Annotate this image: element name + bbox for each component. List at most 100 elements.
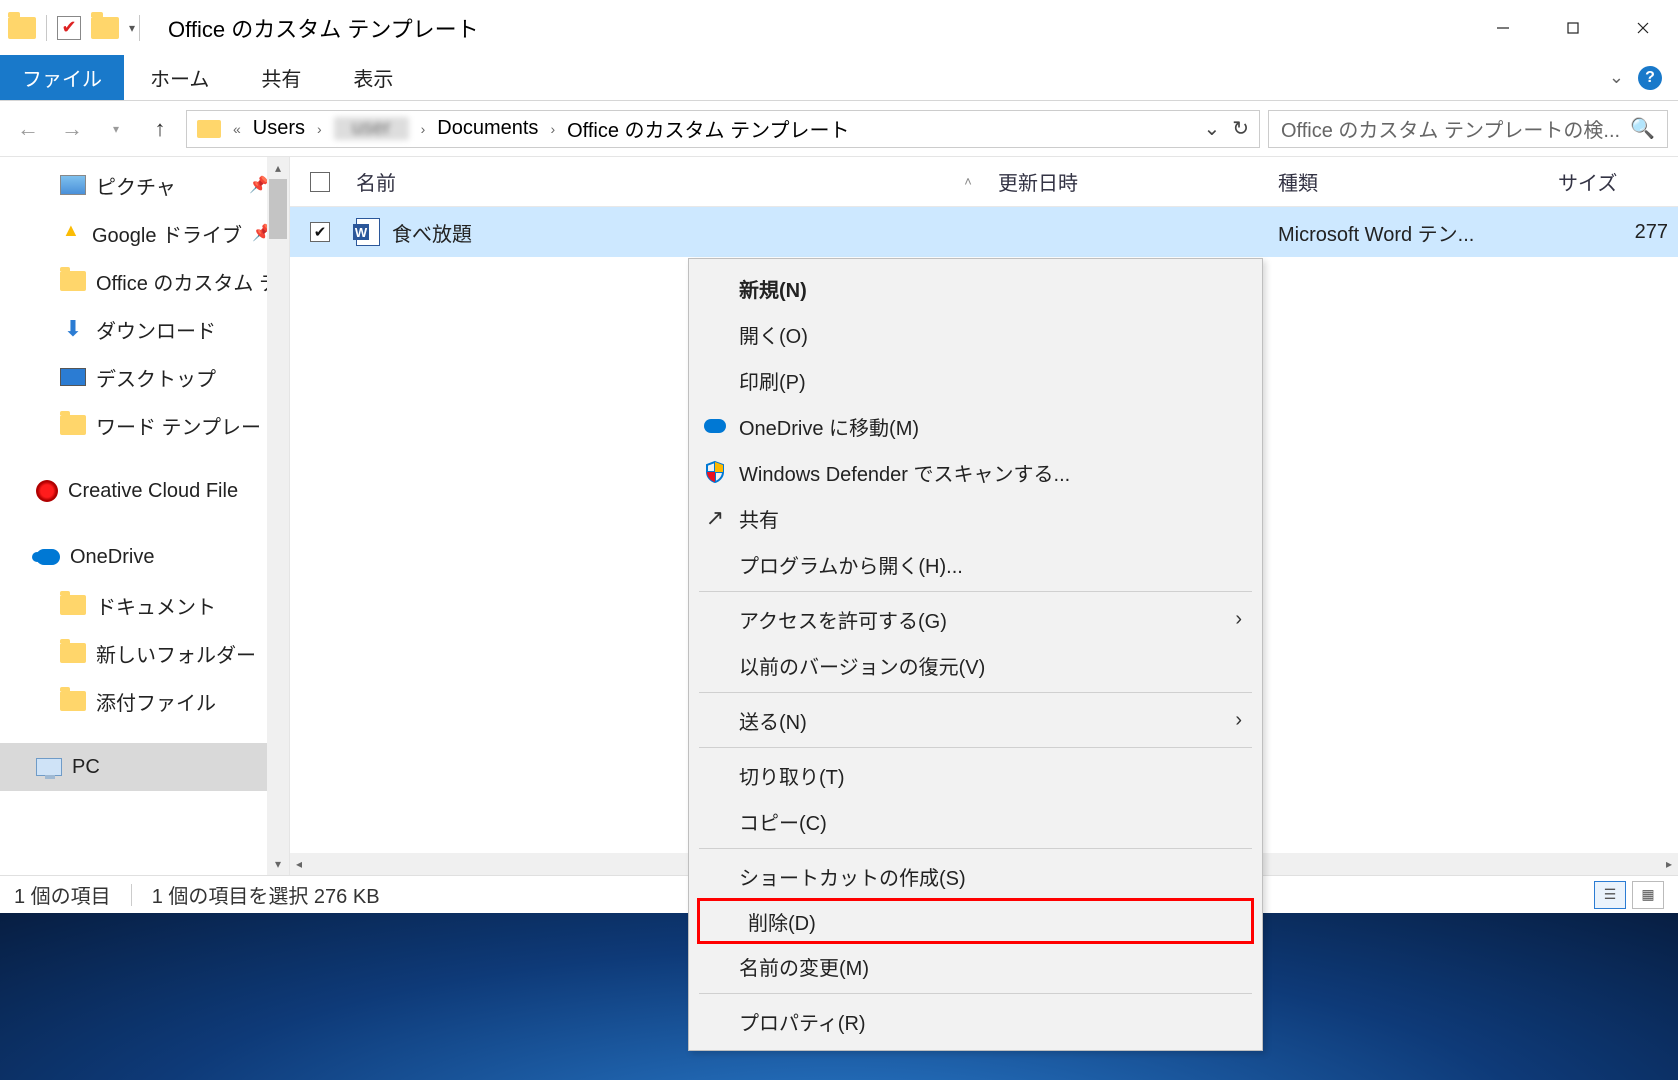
ctx-delete[interactable]: 削除(D) [697, 898, 1254, 944]
pictures-icon [60, 175, 86, 195]
crumb-documents[interactable]: Documents [437, 117, 538, 140]
minimize-button[interactable] [1468, 6, 1538, 50]
new-folder-qat-icon[interactable] [91, 17, 119, 39]
file-row[interactable]: ✔ 食べ放題 Microsoft Word テン... 277 [290, 207, 1678, 257]
column-type[interactable]: 種類 [1268, 167, 1548, 196]
up-button[interactable]: ↑ [142, 111, 178, 147]
status-selection: 1 個の項目を選択 276 KB [152, 880, 380, 909]
column-date[interactable]: 更新日時 [988, 167, 1268, 196]
chevron-right-icon[interactable]: › [317, 121, 322, 137]
scroll-up-icon[interactable]: ▴ [275, 161, 281, 175]
desktop-icon [60, 368, 86, 386]
pc-icon [36, 758, 62, 776]
sidebar-item-od-attachments[interactable]: 添付ファイル [0, 677, 289, 725]
folder-icon [60, 415, 86, 435]
sidebar-item-od-documents[interactable]: ドキュメント [0, 581, 289, 629]
ctx-label: アクセスを許可する(G) [739, 605, 947, 634]
sidebar-item-downloads[interactable]: ⬇ダウンロード [0, 305, 289, 353]
tab-home[interactable]: ホーム [124, 55, 235, 100]
tab-file[interactable]: ファイル [0, 55, 124, 100]
view-mode-toggle: ☰ ▦ [1594, 881, 1664, 909]
search-input[interactable]: Office のカスタム テンプレートの検... 🔍 [1268, 110, 1668, 148]
sidebar-item-desktop[interactable]: デスクトップ [0, 353, 289, 401]
file-name: 食べ放題 [392, 218, 472, 247]
thumbnails-view-button[interactable]: ▦ [1632, 881, 1664, 909]
sidebar-item-office-templates[interactable]: Office のカスタム テ [0, 257, 289, 305]
sidebar-item-word-templates[interactable]: ワード テンプレート [0, 401, 289, 449]
breadcrumb-leading[interactable]: « [233, 121, 241, 137]
sort-indicator-icon: ˄ [948, 174, 988, 189]
help-icon[interactable]: ? [1638, 66, 1662, 90]
tab-share[interactable]: 共有 [235, 55, 327, 100]
sidebar-item-creative-cloud[interactable]: Creative Cloud File [0, 467, 289, 515]
scroll-thumb[interactable] [269, 179, 287, 239]
folder-icon [60, 691, 86, 711]
sidebar-item-label: ドキュメント [96, 591, 216, 620]
ctx-label: 新規(N) [739, 274, 807, 303]
status-item-count: 1 個の項目 [14, 880, 111, 909]
column-size[interactable]: サイズ [1548, 167, 1678, 196]
chevron-right-icon[interactable]: › [421, 121, 426, 137]
sidebar-item-label: PC [72, 756, 100, 779]
crumb-users[interactable]: Users [253, 117, 305, 140]
ctx-share[interactable]: ↗共有 [691, 495, 1260, 541]
ctx-open[interactable]: 開く(O) [691, 311, 1260, 357]
column-headers: 名前 ˄ 更新日時 種類 サイズ [290, 157, 1678, 207]
sidebar-item-label: デスクトップ [96, 363, 216, 392]
ctx-cut[interactable]: 切り取り(T) [691, 752, 1260, 798]
ctx-label: 以前のバージョンの復元(V) [739, 651, 985, 680]
ctx-label: 切り取り(T) [739, 761, 845, 790]
navigation-bar: ← → ▾ ↑ « Users › user › Documents › Off… [0, 101, 1678, 157]
column-name[interactable]: 名前 [350, 167, 948, 196]
separator [139, 15, 140, 41]
sidebar-item-pc[interactable]: PC [0, 743, 289, 791]
history-dropdown-icon[interactable]: ▾ [98, 111, 134, 147]
ctx-print[interactable]: 印刷(P) [691, 357, 1260, 403]
back-button[interactable]: ← [10, 111, 46, 147]
sidebar-item-od-newfolder[interactable]: 新しいフォルダー [0, 629, 289, 677]
ctx-move-onedrive[interactable]: OneDrive に移動(M) [691, 403, 1260, 449]
file-type: Microsoft Word テン... [1268, 218, 1548, 247]
search-icon[interactable]: 🔍 [1630, 116, 1655, 141]
ctx-label: プロパティ(R) [739, 1007, 866, 1036]
forward-button[interactable]: → [54, 111, 90, 147]
ctx-copy[interactable]: コピー(C) [691, 798, 1260, 844]
ctx-properties[interactable]: プロパティ(R) [691, 998, 1260, 1044]
separator [699, 692, 1252, 693]
crumb-current[interactable]: Office のカスタム テンプレート [567, 114, 849, 143]
download-icon: ⬇ [60, 316, 86, 342]
window-controls [1468, 6, 1678, 50]
sidebar-item-onedrive[interactable]: OneDrive [0, 533, 289, 581]
address-bar[interactable]: « Users › user › Documents › Office のカスタ… [186, 110, 1260, 148]
sidebar-item-gdrive[interactable]: Google ドライブ📌 [0, 209, 289, 257]
ctx-send-to[interactable]: 送る(N)› [691, 697, 1260, 743]
ctx-grant-access[interactable]: アクセスを許可する(G)› [691, 596, 1260, 642]
ctx-rename[interactable]: 名前の変更(M) [691, 943, 1260, 989]
maximize-button[interactable] [1538, 6, 1608, 50]
select-all-checkbox[interactable] [290, 172, 350, 192]
sidebar-item-pictures[interactable]: ピクチャ📌 [0, 161, 289, 209]
crumb-username-redacted[interactable]: user [334, 117, 409, 140]
ctx-defender-scan[interactable]: Windows Defender でスキャンする... [691, 449, 1260, 495]
address-dropdown-icon[interactable]: ⌄ [1203, 116, 1220, 141]
ctx-open-with[interactable]: プログラムから開く(H)... [691, 541, 1260, 587]
ctx-create-shortcut[interactable]: ショートカットの作成(S) [691, 853, 1260, 899]
tab-view[interactable]: 表示 [327, 55, 419, 100]
chevron-right-icon[interactable]: › [550, 121, 555, 137]
file-size: 277 [1548, 221, 1678, 244]
refresh-icon[interactable]: ↻ [1232, 116, 1249, 141]
close-button[interactable] [1608, 6, 1678, 50]
sidebar-scrollbar[interactable]: ▴ ▾ [267, 157, 289, 875]
properties-qat-icon[interactable]: ✔ [57, 16, 81, 40]
sidebar-item-label: 添付ファイル [96, 687, 216, 716]
ctx-new[interactable]: 新規(N) [691, 265, 1260, 311]
ribbon-expand-icon[interactable]: ⌄ [1609, 67, 1624, 88]
qat-dropdown-icon[interactable]: ▾ [129, 21, 135, 35]
scroll-down-icon[interactable]: ▾ [275, 857, 281, 871]
details-view-button[interactable]: ☰ [1594, 881, 1626, 909]
sidebar-item-label: Office のカスタム テ [96, 267, 279, 296]
ctx-restore-previous[interactable]: 以前のバージョンの復元(V) [691, 642, 1260, 688]
scroll-right-icon[interactable]: ▸ [1666, 857, 1672, 871]
row-checkbox[interactable]: ✔ [310, 222, 330, 242]
scroll-left-icon[interactable]: ◂ [296, 857, 302, 871]
